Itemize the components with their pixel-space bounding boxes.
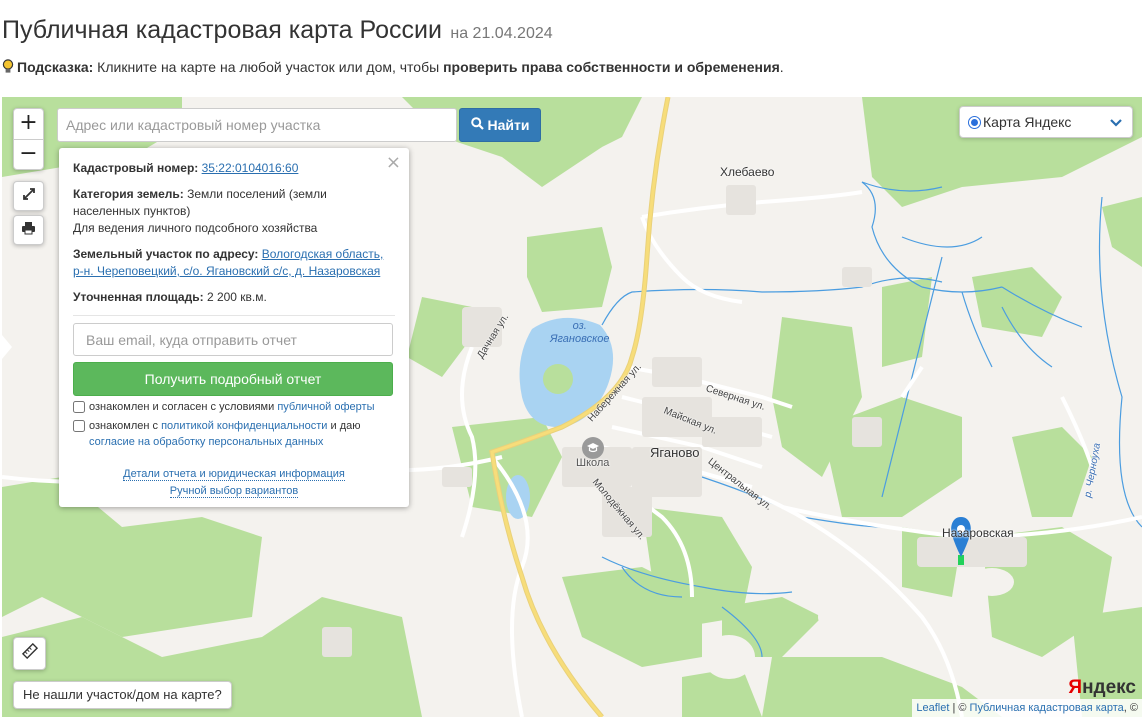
get-report-button[interactable]: Получить подробный отчет bbox=[73, 362, 393, 396]
email-field[interactable] bbox=[73, 323, 393, 356]
address-row: Земельный участок по адресу: Вологодская… bbox=[73, 246, 395, 280]
category-label: Категория земель: bbox=[73, 187, 184, 201]
zoom-in-button[interactable]: + bbox=[14, 109, 43, 139]
map-label-yaganovo: Яганово bbox=[650, 445, 700, 460]
yandex-logo-rest: ндекс bbox=[1082, 677, 1136, 698]
page-header: Публичная кадастровая карта России на 21… bbox=[2, 16, 553, 45]
map-label-khlebaevo: Хлебаево bbox=[720, 165, 775, 179]
usage-value: Для ведения личного подсобного хозяйства bbox=[73, 221, 318, 235]
consent-offer-text: ознакомлен и согласен с условиями bbox=[89, 401, 278, 413]
area-row: Уточненная площадь: 2 200 кв.м. bbox=[73, 289, 395, 306]
not-found-button[interactable]: Не нашли участок/дом на карте? bbox=[13, 681, 232, 709]
lake-label-name: Ягановское bbox=[550, 333, 610, 345]
attribution-sep: | © bbox=[949, 702, 970, 714]
chevron-down-icon bbox=[1110, 115, 1122, 131]
fullscreen-icon bbox=[22, 187, 36, 206]
cadastral-row: Кадастровый номер: 35:22:0104016:60 bbox=[73, 160, 395, 177]
map-attribution: Leaflet | © Публичная кадастровая карта,… bbox=[912, 699, 1142, 717]
report-details-link[interactable]: Детали отчета и юридическая информация bbox=[123, 468, 345, 481]
consent-offer-checkbox[interactable] bbox=[73, 401, 85, 413]
lake-label-prefix: оз. bbox=[572, 320, 587, 332]
leaflet-link[interactable]: Leaflet bbox=[916, 702, 949, 714]
ruler-icon bbox=[21, 642, 38, 664]
public-offer-link[interactable]: публичной оферты bbox=[277, 401, 374, 413]
map-layer-select[interactable]: Карта Яндекс bbox=[959, 106, 1133, 138]
ruler-button[interactable] bbox=[13, 637, 46, 670]
print-icon bbox=[21, 221, 36, 240]
hint-line: Подсказка: Кликните на карте на любой уч… bbox=[2, 59, 784, 77]
consent-privacy-mid: и даю bbox=[327, 420, 361, 432]
close-icon[interactable]: × bbox=[386, 152, 401, 173]
yandex-logo-y: Я bbox=[1068, 677, 1083, 698]
manual-select-link[interactable]: Ручной выбор вариантов bbox=[169, 485, 299, 498]
cadastral-map-link[interactable]: Публичная кадастровая карта bbox=[970, 702, 1124, 714]
area-value: 2 200 кв.м. bbox=[206, 290, 267, 304]
hint-label: Подсказка: bbox=[17, 59, 94, 75]
panel-divider bbox=[73, 315, 395, 316]
fullscreen-button[interactable] bbox=[13, 181, 44, 211]
page-title: Публичная кадастровая карта России bbox=[2, 16, 442, 44]
print-button[interactable] bbox=[13, 215, 44, 245]
zoom-out-button[interactable]: − bbox=[14, 139, 43, 169]
layer-radio[interactable] bbox=[968, 115, 981, 129]
lake-label: оз. Ягановское bbox=[550, 320, 610, 346]
page-date: на 21.04.2024 bbox=[450, 25, 553, 42]
parcel-info-panel: × Кадастровый номер: 35:22:0104016:60 Ка… bbox=[59, 148, 409, 507]
map-label-nazarovskaya: Назаровская bbox=[942, 526, 1014, 540]
cadastral-number-link[interactable]: 35:22:0104016:60 bbox=[202, 161, 299, 175]
address-label: Земельный участок по адресу: bbox=[73, 247, 259, 261]
consent-privacy[interactable]: ознакомлен с политикой конфиденциальност… bbox=[73, 418, 395, 450]
attribution-tail: , © bbox=[1123, 702, 1138, 714]
hint-text: Кликните на карте на любой участок или д… bbox=[93, 59, 444, 75]
area-label: Уточненная площадь: bbox=[73, 290, 204, 304]
cadastral-label: Кадастровый номер: bbox=[73, 161, 199, 175]
yandex-logo: Яндекс bbox=[1068, 677, 1136, 699]
layer-selected-label: Карта Яндекс bbox=[983, 114, 1072, 130]
consent-offer[interactable]: ознакомлен и согласен с условиями публич… bbox=[73, 399, 395, 415]
consent-privacy-text: ознакомлен с bbox=[89, 420, 162, 432]
zoom-control: + − bbox=[13, 108, 44, 170]
hint-end: . bbox=[779, 59, 784, 75]
search-icon bbox=[470, 117, 484, 133]
search-button-label: Найти bbox=[487, 117, 530, 133]
category-row: Категория земель: Земли поселений (земли… bbox=[73, 186, 395, 237]
bulb-icon bbox=[2, 59, 14, 77]
personal-data-link[interactable]: согласие на обработку персональных данны… bbox=[89, 436, 323, 448]
search-button[interactable]: Найти bbox=[459, 108, 541, 142]
school-icon bbox=[582, 437, 604, 459]
consent-privacy-checkbox[interactable] bbox=[73, 420, 85, 432]
map-area[interactable]: Хлебаево Яганово Назаровская оз. Ягановс… bbox=[2, 97, 1142, 717]
panel-bottom-links: Детали отчета и юридическая информация Р… bbox=[73, 466, 395, 500]
map-label-school: Школа bbox=[576, 457, 610, 469]
privacy-policy-link[interactable]: политикой конфиденциальности bbox=[161, 420, 327, 432]
hint-bold: проверить права собственности и обремене… bbox=[443, 59, 780, 75]
search-input[interactable] bbox=[57, 108, 457, 142]
